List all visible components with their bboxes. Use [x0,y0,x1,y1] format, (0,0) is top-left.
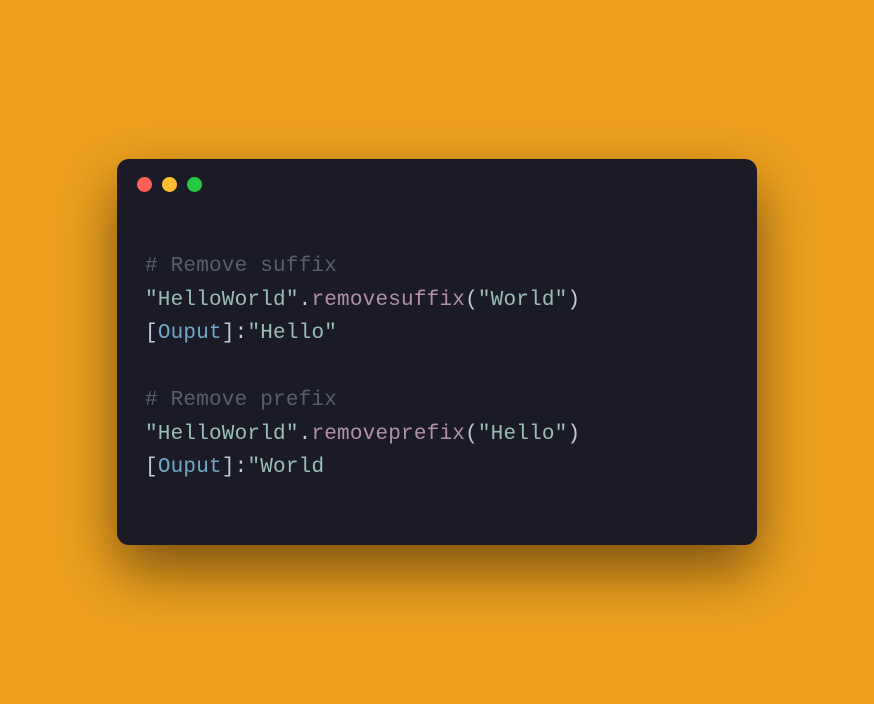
string-token: "HelloWorld" [145,423,299,446]
paren-token: ( [465,423,478,446]
label-token: Ouput [158,322,222,345]
label-token: Ouput [158,456,222,479]
window-titlebar [117,159,757,210]
comment-text: # Remove suffix [145,255,337,278]
blank-line [145,351,729,384]
code-line: "HelloWorld".removesuffix("World") [145,284,729,318]
colon-token: : [235,456,248,479]
string-token: "Hello" [478,423,568,446]
code-line: [Ouput]:"Hello" [145,317,729,351]
method-token: removesuffix [311,289,465,312]
maximize-icon[interactable] [187,177,202,192]
code-block: # Remove suffix "HelloWorld".removesuffi… [117,210,757,495]
close-icon[interactable] [137,177,152,192]
bracket-token: [ [145,456,158,479]
comment-text: # Remove prefix [145,389,337,412]
code-line: "HelloWorld".removeprefix("Hello") [145,418,729,452]
string-token: "Hello" [247,322,337,345]
minimize-icon[interactable] [162,177,177,192]
dot-token: . [299,423,312,446]
string-token: "World [247,456,324,479]
bracket-token: [ [145,322,158,345]
paren-token: ( [465,289,478,312]
string-token: "HelloWorld" [145,289,299,312]
bracket-token: ] [222,456,235,479]
string-token: "World" [478,289,568,312]
code-line: # Remove suffix [145,250,729,284]
bracket-token: ] [222,322,235,345]
code-window: # Remove suffix "HelloWorld".removesuffi… [117,159,757,545]
paren-token: ) [568,423,581,446]
paren-token: ) [568,289,581,312]
colon-token: : [235,322,248,345]
code-line: # Remove prefix [145,384,729,418]
method-token: removeprefix [311,423,465,446]
code-line: [Ouput]:"World [145,451,729,485]
dot-token: . [299,289,312,312]
